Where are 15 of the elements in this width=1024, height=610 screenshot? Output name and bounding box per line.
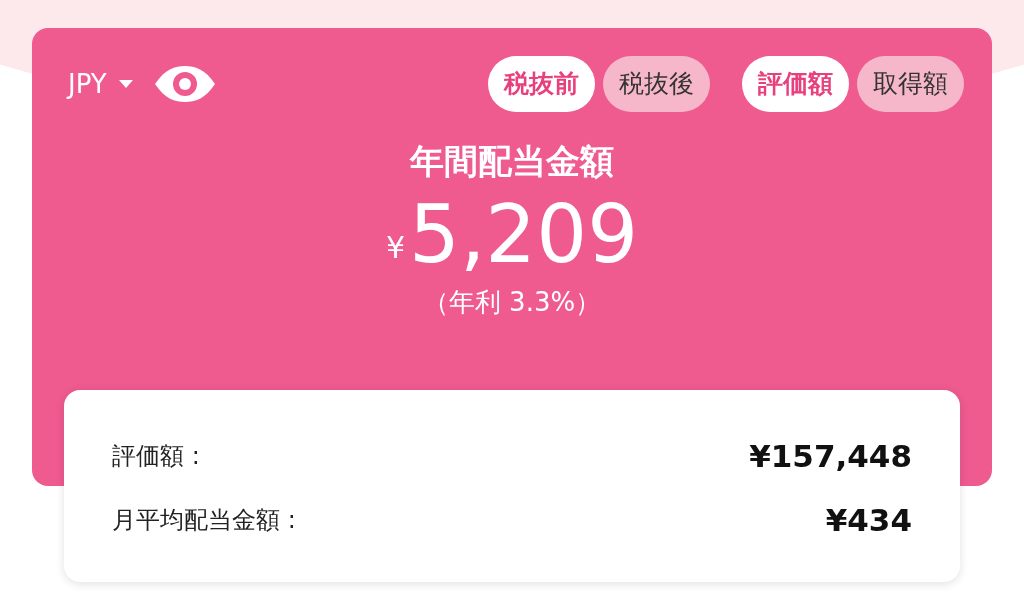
yield-text: （年利 3.3%） — [421, 286, 603, 319]
filter-toggle[interactable]: 税抜前 — [488, 56, 595, 112]
summary-label: 月平均配当金額 : — [112, 505, 296, 536]
caret-icon — [118, 80, 133, 88]
card-title: 年間配当金額 — [408, 140, 615, 183]
summary-value: ¥157,448 — [749, 436, 912, 476]
filter-toggle[interactable]: 税抜後 — [603, 56, 710, 112]
filter-toggle[interactable]: 評価額 — [742, 56, 849, 112]
eye-icon[interactable] — [152, 65, 217, 103]
currency-dropdown[interactable]: JPY — [68, 64, 133, 104]
summary-value: ¥434 — [825, 500, 912, 540]
currency-symbol: ¥ — [385, 233, 406, 263]
summary-label: 評価額 : — [112, 441, 200, 472]
dividend-amount: 5,209 — [409, 195, 639, 275]
filter-toggle[interactable]: 取得額 — [857, 56, 964, 112]
